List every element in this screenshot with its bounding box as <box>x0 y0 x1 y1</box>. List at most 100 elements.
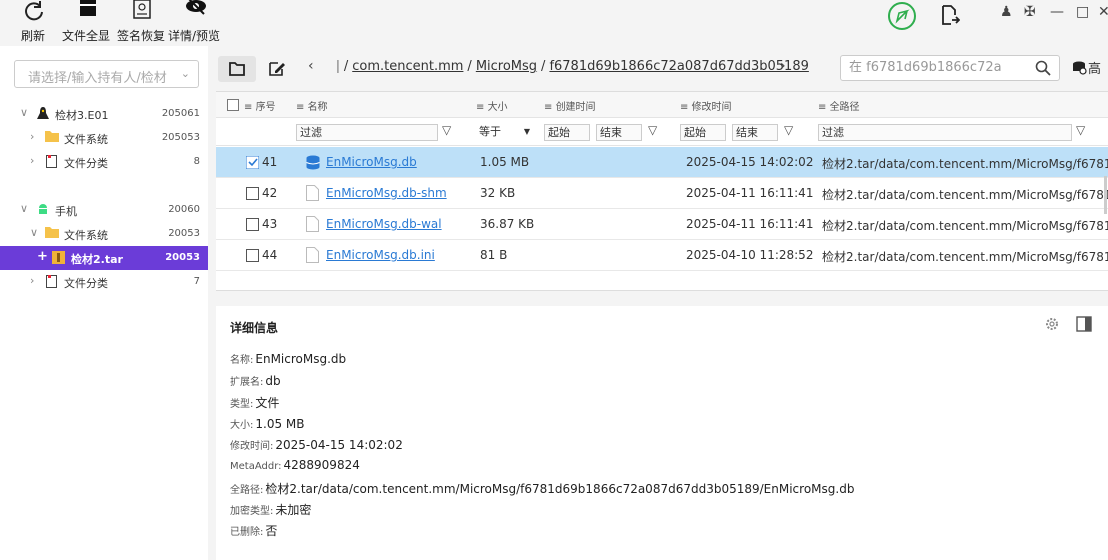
user-icon[interactable]: ♟ <box>1000 4 1013 26</box>
left-panel: 请选择/输入持有人/检材 ⌄ ∨ 检材3.E01 205061 › 文件系统 2… <box>0 46 208 560</box>
folder-outline-icon <box>229 62 245 76</box>
row-checkbox[interactable] <box>246 249 259 262</box>
modified-start-input[interactable]: 起始 <box>680 124 726 141</box>
file-category-icon <box>46 275 57 291</box>
chevron-down-icon[interactable]: ∨ <box>30 226 38 239</box>
breadcrumb-item[interactable]: MicroMsg <box>476 59 537 74</box>
filter-icon[interactable]: ▽ <box>648 123 657 137</box>
folder-view-button[interactable] <box>218 56 256 82</box>
owner-select[interactable]: 请选择/输入持有人/检材 ⌄ <box>14 60 199 88</box>
chevron-right-icon[interactable]: › <box>30 274 34 287</box>
row-checkbox[interactable] <box>246 156 259 169</box>
panel-toggle-icon[interactable] <box>1076 316 1092 332</box>
eye-off-icon <box>186 0 206 15</box>
tree-item-file-category[interactable]: › 文件分类 8 <box>0 150 208 174</box>
export-file-icon <box>942 5 961 25</box>
full-path: 检材2.tar/data/com.tencent.mm/MicroMsg/f67… <box>822 219 1108 233</box>
path-filter-input[interactable]: 过滤 <box>818 124 1072 141</box>
owner-select-placeholder: 请选择/输入持有人/检材 <box>28 71 167 86</box>
file-size: 32 KB <box>480 186 516 200</box>
column-header-index[interactable]: ≡ 序号 <box>244 98 276 113</box>
file-name-link[interactable]: EnMicroMsg.db.ini <box>326 248 435 262</box>
created-end-input[interactable]: 结束 <box>596 124 642 141</box>
modified-time: 2025-04-15 14:02:02 <box>686 155 814 169</box>
file-name-link[interactable]: EnMicroMsg.db-shm <box>326 186 447 200</box>
size-op-select[interactable]: 等于 ▼ <box>476 124 534 141</box>
search-icon[interactable] <box>1035 60 1051 76</box>
chevron-down-icon[interactable]: ∨ <box>20 202 28 215</box>
table-row[interactable]: 43 EnMicroMsg.db-wal 36.87 KB 2025-04-11… <box>216 209 1108 240</box>
column-header-name[interactable]: ≡ 名称 <box>296 98 328 113</box>
modified-end-input[interactable]: 结束 <box>732 124 778 141</box>
name-filter-input[interactable]: 过滤 <box>296 124 438 141</box>
chevron-right-icon[interactable]: › <box>30 154 34 167</box>
export-button[interactable] <box>940 4 961 29</box>
send-button[interactable] <box>888 2 916 30</box>
table-scrollbar[interactable] <box>1104 176 1107 214</box>
tree-item-phone[interactable]: ∨ 手机 20060 <box>0 198 208 222</box>
path-search-input[interactable] <box>849 60 1019 75</box>
tree-item-count: 205061 <box>161 108 200 119</box>
tree-item-evidence2-tar[interactable]: + 检材2.tar 20053 <box>0 246 208 270</box>
tree-item-count: 20060 <box>168 204 200 215</box>
file-full-button[interactable]: 文件全显 <box>62 0 112 46</box>
tree-item-label: 文件分类 <box>64 277 108 290</box>
table-row[interactable]: 41 EnMicroMsg.db 1.05 MB 2025-04-15 14:0… <box>216 147 1108 178</box>
full-path: 检材2.tar/data/com.tencent.mm/MicroMsg/f67… <box>822 157 1108 171</box>
expand-plus-icon[interactable]: + <box>37 249 48 264</box>
column-header-created[interactable]: ≡ 创建时间 <box>544 98 596 113</box>
forward-arrow-icon[interactable]: › <box>780 58 786 74</box>
refresh-button[interactable]: 刷新 <box>18 0 50 46</box>
detail-field-size: 大小: 1.05 MB <box>230 417 305 431</box>
created-start-input[interactable]: 起始 <box>544 124 590 141</box>
archive-icon <box>52 251 65 267</box>
breadcrumb-item[interactable]: com.tencent.mm <box>352 59 463 74</box>
tree-item-label: 文件系统 <box>64 229 108 242</box>
tree-item-filesystem[interactable]: › 文件系统 205053 <box>0 126 208 150</box>
minimize-icon[interactable]: — <box>1050 4 1064 26</box>
row-checkbox[interactable] <box>246 187 259 200</box>
back-arrow-icon[interactable]: ‹ <box>308 58 314 74</box>
select-all-checkbox[interactable] <box>227 99 239 111</box>
signature-icon <box>133 0 151 19</box>
detail-preview-label: 详情/预览 <box>168 29 221 43</box>
file-size: 36.87 KB <box>480 217 535 231</box>
breadcrumb-item[interactable]: f6781d69b1866c72a087d67dd3b05189 <box>549 59 808 74</box>
file-name-link[interactable]: EnMicroMsg.db <box>326 155 417 169</box>
sign-recover-button[interactable]: 签名恢复 <box>116 0 166 46</box>
filter-icon[interactable]: ▽ <box>784 123 793 137</box>
detail-field-mtime: 修改时间: 2025-04-15 14:02:02 <box>230 438 403 452</box>
gear-icon[interactable] <box>1044 316 1060 332</box>
tree-item-phone-filesystem[interactable]: ∨ 文件系统 20053 <box>0 222 208 246</box>
refresh-label: 刷新 <box>21 29 46 43</box>
tree-item-label: 手机 <box>55 205 77 218</box>
tree-item-evidence3[interactable]: ∨ 检材3.E01 205061 <box>0 102 208 126</box>
pin-icon[interactable]: ✠ <box>1024 4 1036 26</box>
column-header-size[interactable]: ≡ 大小 <box>476 98 508 113</box>
column-header-path[interactable]: ≡ 全路径 <box>818 98 860 113</box>
top-toolbar: 刷新 文件全显 签名恢复 详情/预览 ♟ ✠ — □ ✕ <box>0 0 1108 46</box>
file-table: ≡ 序号 ≡ 名称 ≡ 大小 ≡ 创建时间 ≡ 修改时间 ≡ 全路径 过滤 ▽ … <box>216 91 1108 291</box>
close-icon[interactable]: ✕ <box>1098 4 1108 26</box>
edit-path-button[interactable] <box>258 56 296 82</box>
detail-field-type: 类型: 文件 <box>230 396 280 410</box>
table-row[interactable]: 42 EnMicroMsg.db-shm 32 KB 2025-04-11 16… <box>216 178 1108 209</box>
file-name-link[interactable]: EnMicroMsg.db-wal <box>326 217 442 231</box>
android-icon <box>37 203 49 218</box>
table-row[interactable]: 44 EnMicroMsg.db.ini 81 B 2025-04-10 11:… <box>216 240 1108 271</box>
row-checkbox[interactable] <box>246 218 259 231</box>
detail-preview-button[interactable]: 详情/预览 <box>168 0 224 46</box>
path-search-box[interactable] <box>840 55 1060 81</box>
chevron-right-icon[interactable]: › <box>30 130 34 143</box>
filter-icon[interactable]: ▽ <box>1076 123 1085 137</box>
filter-icon[interactable]: ▽ <box>442 123 451 137</box>
column-header-modified[interactable]: ≡ 修改时间 <box>680 98 732 113</box>
tree-item-label: 文件系统 <box>64 133 108 146</box>
tree-item-count: 205053 <box>161 132 200 143</box>
advanced-search-button[interactable]: 高 <box>1072 58 1101 77</box>
detail-field-name: 名称: EnMicroMsg.db <box>230 352 347 366</box>
tree-item-phone-file-category[interactable]: › 文件分类 7 <box>0 270 208 294</box>
detail-panel: 详细信息 名称: EnMicroMsg.db 扩展名: db 类型: 文件 大小: 1.… <box>216 306 1108 560</box>
chevron-down-icon[interactable]: ∨ <box>20 106 28 119</box>
maximize-icon[interactable]: □ <box>1076 4 1089 26</box>
